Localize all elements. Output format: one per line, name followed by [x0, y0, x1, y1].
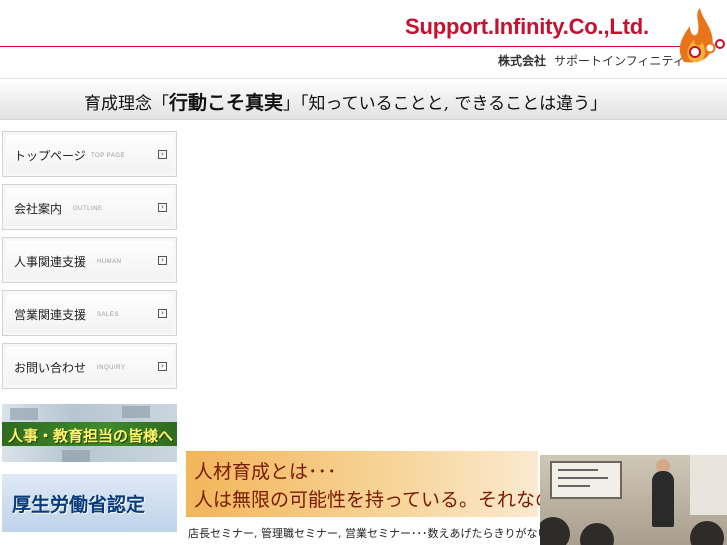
hr-banner-text: 人事・教育担当の皆様へ: [8, 427, 174, 445]
photo-whiteboard: [550, 461, 622, 499]
arrow-right-icon: ›: [158, 203, 167, 212]
side-nav: トップページ TOP PAGE › 会社案内 OUTLINE › 人事関連支援 …: [2, 131, 177, 396]
arrow-right-icon: ›: [158, 256, 167, 265]
nav-item-sublabel: OUTLINE: [73, 206, 103, 212]
nav-item-sublabel: SALES: [97, 312, 119, 318]
nav-item-sublabel: HUMAN: [97, 259, 122, 265]
nav-item-outline[interactable]: 会社案内 OUTLINE ›: [2, 184, 177, 230]
philosophy-motto: 行動こそ真実: [169, 92, 284, 114]
nav-item-top[interactable]: トップページ TOP PAGE ›: [2, 131, 177, 177]
promo-subtext: 店長セミナー, 管理職セミナー, 営業セミナー･･･数えあげたらきりがない。: [188, 527, 560, 540]
nav-item-label: 営業関連支援: [14, 308, 87, 322]
nav-item-label: お問い合わせ: [14, 361, 87, 375]
nav-item-sales[interactable]: 営業関連支援 SALES ›: [2, 290, 177, 336]
arrow-right-icon: ›: [158, 150, 167, 159]
office-photo: [62, 450, 90, 462]
ministry-banner-text: 厚生労働省認定: [12, 494, 146, 516]
company-logo-text[interactable]: Support.Infinity.Co.,Ltd.: [405, 14, 649, 40]
company-prefix: 株式会社: [498, 54, 547, 68]
photo-speaker: [652, 471, 674, 527]
photo-window: [690, 455, 727, 515]
promo-heading: 人材育成とは･･･: [194, 461, 337, 483]
office-photo: [122, 406, 150, 418]
philosophy-text: 育成理念「行動こそ真実」「知っていることと, できることは違う」: [84, 88, 607, 115]
nav-item-label: トップページ: [14, 149, 86, 163]
ministry-certified-banner[interactable]: 厚生労働省認定: [2, 474, 177, 532]
site-header: Support.Infinity.Co.,Ltd. 株式会社 サポートインフィニテ…: [0, 0, 727, 78]
hr-staff-banner[interactable]: 人事・教育担当の皆様へ: [2, 404, 177, 462]
company-name-text: サポートインフィニティ: [554, 54, 685, 68]
flame-logo-icon: [679, 8, 725, 63]
nav-item-sublabel: INQUIRY: [97, 365, 126, 371]
photo-audience: [540, 517, 570, 545]
nav-item-label: 会社案内: [14, 202, 63, 216]
hr-development-promo[interactable]: 人材育成とは･･･ 人は無限の可能性を持っている。それなのになぜ･･･。 店長セ…: [186, 451, 727, 545]
arrow-right-icon: ›: [158, 362, 167, 371]
nav-item-human[interactable]: 人事関連支援 HUMAN ›: [2, 237, 177, 283]
arrow-right-icon: ›: [158, 309, 167, 318]
philosophy-prefix: 育成理念「: [84, 94, 169, 114]
logo-divider: [0, 46, 690, 47]
seminar-photo: [540, 455, 727, 545]
company-name: 株式会社 サポートインフィニティ: [498, 52, 685, 69]
promo-heading-band: 人材育成とは･･･ 人は無限の可能性を持っている。それなのになぜ･･･。: [186, 451, 659, 517]
nav-item-label: 人事関連支援: [14, 255, 87, 269]
nav-item-inquiry[interactable]: お問い合わせ INQUIRY ›: [2, 343, 177, 389]
photo-audience: [580, 523, 614, 545]
philosophy-band: 育成理念「行動こそ真実」「知っていることと, できることは違う」: [0, 78, 727, 120]
photo-audience: [690, 521, 724, 545]
philosophy-quote: 」「知っていることと, できることは違う」: [283, 94, 608, 114]
office-photo: [10, 408, 38, 420]
nav-item-sublabel: TOP PAGE: [91, 153, 126, 159]
